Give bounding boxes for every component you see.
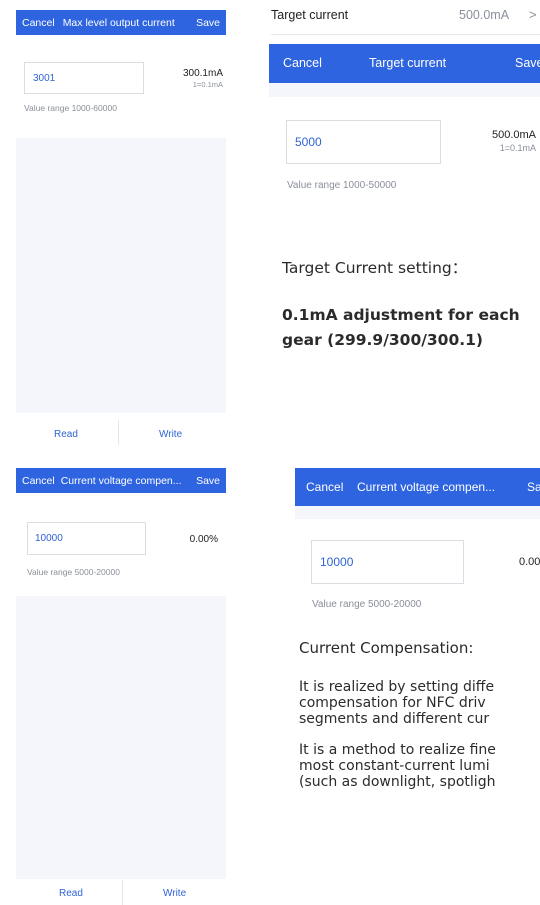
value-input[interactable]: 3001 xyxy=(24,62,144,94)
write-button[interactable]: Write xyxy=(159,429,182,440)
bottom-left-nav-bar: Cancel Current voltage compen... Save xyxy=(16,468,226,493)
save-button[interactable]: Save xyxy=(196,475,220,487)
bottom-right-nav-bar: Cancel Current voltage compen... Sa xyxy=(295,468,540,506)
row-divider xyxy=(271,34,540,35)
top-right-screen: Target current 500.0mA > Cancel Target c… xyxy=(263,0,540,450)
nav-title: Current voltage compen... xyxy=(357,480,496,494)
cancel-button[interactable]: Cancel xyxy=(306,480,343,494)
header-gap xyxy=(269,83,540,97)
row-value: 500.0mA xyxy=(459,8,510,22)
target-current-row[interactable]: Target current 500.0mA > xyxy=(263,0,540,34)
cancel-button[interactable]: Cancel xyxy=(22,17,55,29)
cancel-button[interactable]: Cancel xyxy=(283,56,322,70)
chevron-right-icon: > xyxy=(529,7,537,22)
readout-unit: 1=0.1mA xyxy=(192,80,223,89)
bottom-divider xyxy=(122,880,123,905)
readout-value: 500.0mA xyxy=(491,129,536,141)
value-input[interactable]: 10000 xyxy=(27,522,146,555)
value-range-text: Value range 1000-60000 xyxy=(24,103,117,113)
top-right-nav-bar: Cancel Target current Save xyxy=(269,44,540,83)
note-line: gear (299.9/300/300.1) xyxy=(282,331,484,349)
read-button[interactable]: Read xyxy=(59,888,83,899)
note-title: Current Compensation: xyxy=(299,639,474,657)
top-left-nav-bar: Cancel Max level output current Save xyxy=(16,10,226,35)
cancel-button[interactable]: Cancel xyxy=(22,475,55,487)
note-line: compensation for NFC driv xyxy=(299,695,486,711)
note-line: 0.1mA adjustment for each xyxy=(282,306,520,324)
nav-title: Max level output current xyxy=(62,16,175,29)
note-line: It is a method to realize fine xyxy=(299,742,496,758)
save-button[interactable]: Sa xyxy=(527,480,540,494)
top-left-screen: Cancel Max level output current Save 300… xyxy=(16,0,226,450)
value-range-text: Value range 5000-20000 xyxy=(27,567,120,577)
note-title: Target Current setting： xyxy=(282,259,468,277)
header-gap xyxy=(295,506,540,519)
value-input[interactable]: 10000 xyxy=(311,540,464,584)
readout-value: 300.1mA xyxy=(182,68,223,79)
save-button[interactable]: Save xyxy=(196,17,220,29)
nav-title: Target current xyxy=(369,56,447,70)
bottom-right-screen: Cancel Current voltage compen... Sa 1000… xyxy=(268,460,540,900)
content-area xyxy=(16,596,226,879)
write-button[interactable]: Write xyxy=(163,888,186,899)
readout-value: 0.00 xyxy=(519,556,540,568)
nav-title: Current voltage compen... xyxy=(60,474,182,487)
bottom-left-screen: Cancel Current voltage compen... Save 10… xyxy=(16,460,226,905)
readout-unit: 1=0.1mA xyxy=(499,143,536,153)
note-line: segments and different cur xyxy=(299,711,490,727)
note-line: most constant-current lumi xyxy=(299,758,490,774)
note-line: It is realized by setting diffe xyxy=(299,679,495,695)
row-label: Target current xyxy=(271,8,349,22)
read-button[interactable]: Read xyxy=(54,429,78,440)
value-range-text: Value range 5000-20000 xyxy=(312,599,422,610)
note-line: (such as downlight, spotligh xyxy=(299,774,496,790)
bottom-divider xyxy=(118,420,119,445)
value-range-text: Value range 1000-50000 xyxy=(287,180,397,191)
readout-value: 0.00% xyxy=(189,534,218,545)
save-button[interactable]: Save xyxy=(515,56,540,70)
value-input[interactable]: 5000 xyxy=(286,120,441,164)
content-area xyxy=(16,138,226,413)
